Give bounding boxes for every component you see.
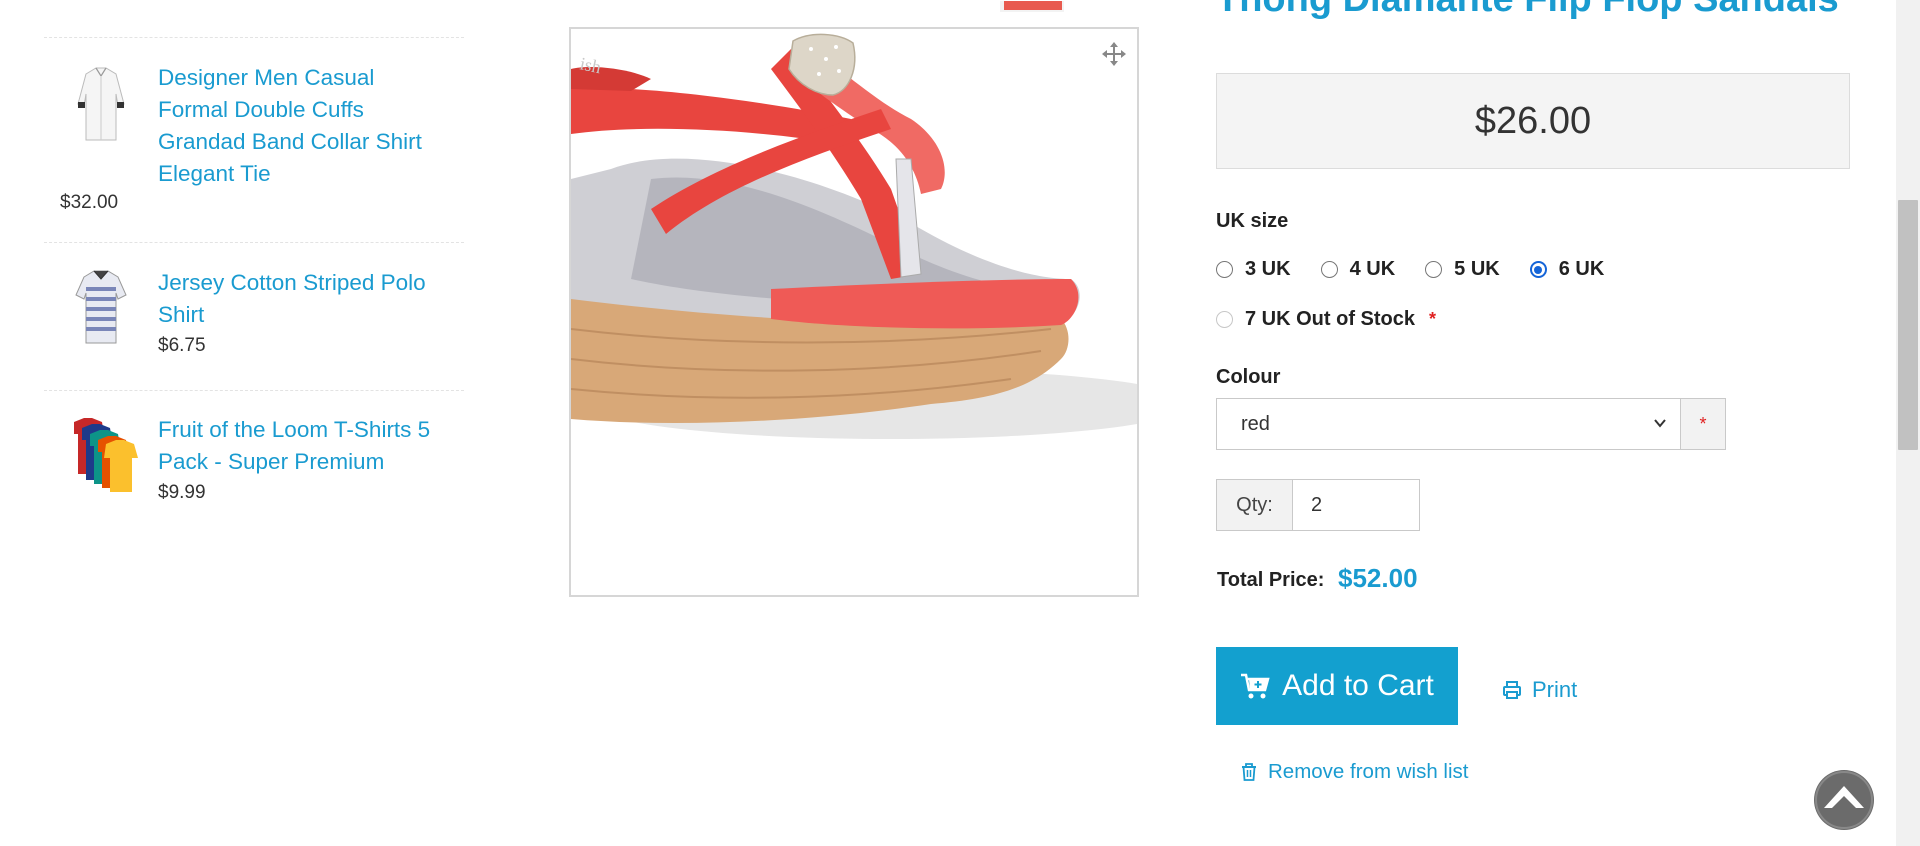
product-title: Thong Diamante Flip Flop Sandals	[1216, 0, 1839, 21]
product-price: $32.00	[60, 192, 119, 213]
size-option-label: 7 UK Out of Stock	[1245, 308, 1416, 330]
list-item: Fruit of the Loom T-Shirts 5 Pack - Supe…	[44, 412, 464, 512]
product-link[interactable]: Designer Men Casual Formal Double Cuffs …	[158, 62, 448, 190]
product-link[interactable]: Fruit of the Loom T-Shirts 5 Pack - Supe…	[158, 414, 448, 478]
total-price-label: Total Price:	[1217, 569, 1325, 591]
size-option-5uk[interactable]: 5 UK	[1425, 258, 1500, 281]
product-link[interactable]: Jersey Cotton Striped Polo Shirt	[158, 267, 448, 331]
print-label: Print	[1532, 677, 1578, 702]
required-marker: *	[1680, 398, 1726, 450]
product-price: $6.75	[158, 335, 206, 356]
radio-button[interactable]	[1425, 261, 1443, 278]
qty-label: Qty:	[1216, 479, 1293, 531]
size-option-7uk[interactable]: 7 UK Out of Stock	[1216, 308, 1415, 331]
product-price: $9.99	[158, 482, 206, 503]
list-item: Jersey Cotton Striped Polo Shirt $6.75	[44, 265, 464, 365]
colour-select-value: red	[1241, 412, 1270, 435]
remove-wishlist-label: Remove from wish list	[1268, 760, 1469, 783]
required-marker: *	[1429, 309, 1437, 329]
radio-button[interactable]	[1320, 261, 1338, 278]
colour-label: Colour	[1216, 366, 1281, 388]
size-option-label: 6 UK	[1558, 258, 1605, 280]
scrollbar-thumb[interactable]	[1898, 200, 1918, 450]
chevron-down-icon	[1654, 419, 1666, 428]
add-to-cart-button[interactable]: Add to Cart	[1216, 647, 1458, 725]
size-option-6uk[interactable]: 6 UK	[1529, 258, 1605, 281]
radio-button[interactable]	[1529, 261, 1547, 278]
white-shirt-image[interactable]	[72, 64, 130, 144]
size-radio-group-row2: 7 UK Out of Stock *	[1216, 308, 1436, 331]
list-item: Designer Men Casual Formal Double Cuffs …	[44, 60, 464, 235]
size-label: UK size	[1216, 210, 1289, 232]
radio-button[interactable]	[1216, 261, 1233, 278]
colour-select[interactable]: red	[1216, 398, 1681, 450]
product-price-box: $26.00	[1216, 73, 1850, 169]
product-thumbnail[interactable]	[1000, 0, 1064, 12]
divider	[44, 37, 464, 38]
back-to-top-button[interactable]	[1814, 770, 1874, 830]
print-link[interactable]: Print	[1502, 677, 1577, 703]
svg-text:ish: ish	[578, 53, 603, 77]
size-option-label: 5 UK	[1454, 258, 1500, 280]
add-to-cart-label: Add to Cart	[1282, 669, 1434, 702]
qty-input[interactable]: 2	[1292, 479, 1420, 531]
size-radio-group: 3 UK 4 UK 5 UK 6 UK	[1216, 258, 1634, 281]
product-main-image[interactable]: ish	[569, 27, 1139, 597]
size-option-label: 4 UK	[1349, 258, 1396, 280]
size-option-3uk[interactable]: 3 UK	[1216, 258, 1291, 281]
move-icon[interactable]	[1101, 41, 1127, 67]
size-option-4uk[interactable]: 4 UK	[1320, 258, 1396, 281]
radio-button[interactable]	[1216, 311, 1233, 328]
product-price: $26.00	[1474, 99, 1592, 142]
trash-icon	[1242, 763, 1256, 781]
tshirt-pack-image[interactable]	[72, 414, 138, 494]
print-icon	[1503, 681, 1521, 699]
divider	[44, 390, 464, 391]
size-option-label: 3 UK	[1245, 258, 1291, 280]
remove-from-wishlist-link[interactable]: Remove from wish list	[1240, 760, 1469, 784]
divider	[44, 242, 464, 243]
chevron-icon: ‹	[156, 0, 161, 4]
chevron-up-icon	[1815, 771, 1873, 829]
cart-plus-icon	[1241, 673, 1270, 699]
striped-polo-image[interactable]	[72, 267, 130, 347]
total-price-value: $52.00	[1338, 563, 1418, 593]
